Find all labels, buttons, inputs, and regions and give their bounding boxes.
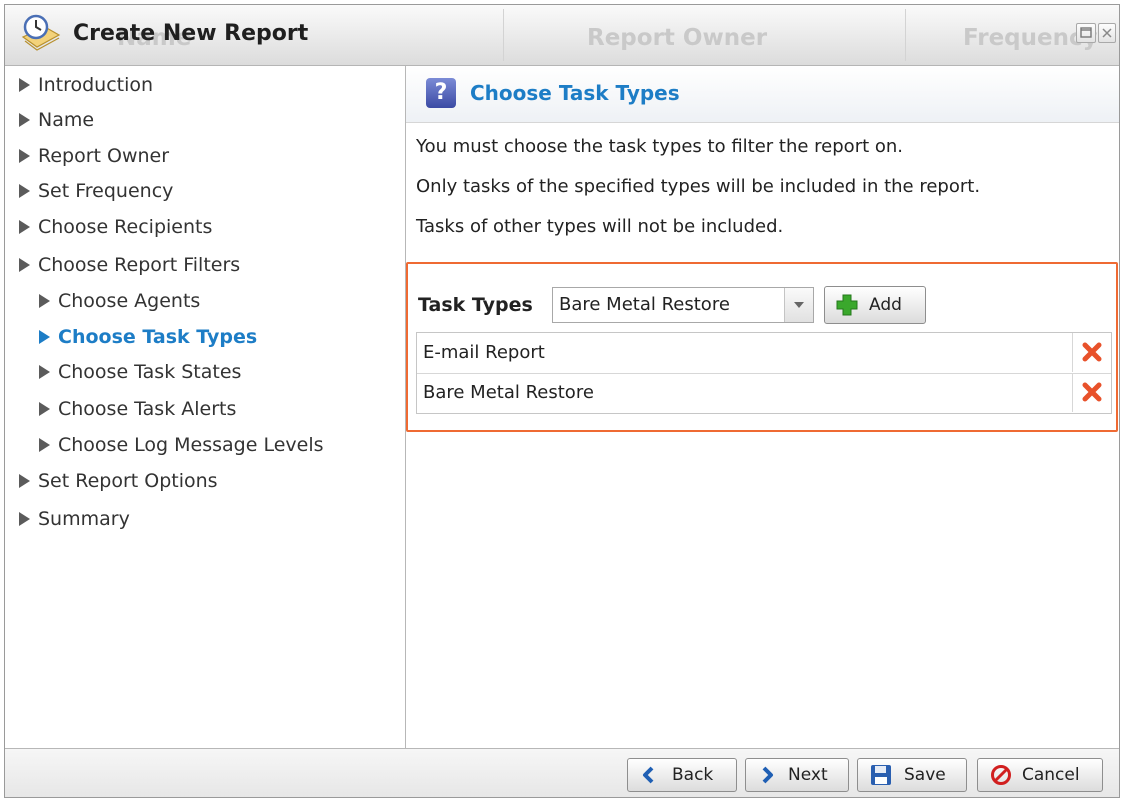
sidebar-item-label: Choose Task Alerts — [58, 398, 237, 420]
dropdown-arrow-icon[interactable] — [784, 288, 813, 322]
table-row: E-mail Report — [417, 333, 1111, 374]
task-type-name: Bare Metal Restore — [423, 382, 594, 403]
sidebar-item-name[interactable]: Name — [19, 105, 94, 135]
close-window-button[interactable] — [1098, 23, 1116, 43]
chevron-right-icon — [39, 330, 50, 344]
save-button[interactable]: Save — [857, 758, 967, 792]
cancel-button-label: Cancel — [1022, 765, 1080, 785]
close-icon — [1102, 28, 1112, 38]
sidebar-item-label: Choose Log Message Levels — [58, 434, 324, 456]
instruction-text: You must choose the task types to filter… — [416, 136, 904, 157]
task-types-label: Task Types — [418, 294, 533, 316]
sidebar-item-choose-recipients[interactable]: Choose Recipients — [19, 212, 212, 242]
task-type-select[interactable]: Bare Metal Restore — [552, 287, 814, 323]
page-title: Choose Task Types — [470, 81, 680, 105]
sidebar-item-label: Choose Recipients — [38, 216, 213, 238]
back-arrow-icon — [643, 766, 654, 784]
table-row: Bare Metal Restore — [417, 373, 1111, 413]
wizard-footer: Back Next Save Cancel — [5, 748, 1119, 797]
chevron-right-icon — [19, 184, 30, 198]
task-type-select-value: Bare Metal Restore — [559, 294, 730, 315]
help-icon: ? — [426, 78, 456, 108]
chevron-right-icon — [39, 294, 50, 308]
sidebar-item-label: Report Owner — [38, 145, 170, 167]
maximize-button[interactable] — [1076, 23, 1096, 43]
next-button[interactable]: Next — [745, 758, 849, 792]
cancel-button[interactable]: Cancel — [977, 758, 1103, 792]
sidebar-item-report-owner[interactable]: Report Owner — [19, 141, 169, 171]
chevron-right-icon — [19, 113, 30, 127]
task-type-name: E-mail Report — [423, 342, 545, 363]
sidebar-item-choose-log-message-levels[interactable]: Choose Log Message Levels — [39, 430, 324, 460]
report-clock-icon — [21, 14, 61, 51]
back-button-label: Back — [672, 765, 714, 785]
title-bar[interactable]: Name Report Owner Frequency Create New R… — [5, 5, 1119, 66]
sidebar-item-label: Set Report Options — [38, 470, 218, 492]
sidebar-item-set-report-options[interactable]: Set Report Options — [19, 466, 218, 496]
sidebar-item-label: Choose Task States — [58, 361, 242, 383]
instruction-text: Tasks of other types will not be include… — [416, 216, 784, 237]
sidebar-item-label: Introduction — [38, 74, 154, 96]
task-types-list: E-mail Report Bare Metal Restore — [416, 332, 1112, 414]
chevron-right-icon — [39, 402, 50, 416]
sidebar-item-choose-report-filters[interactable]: Choose Report Filters — [19, 250, 240, 280]
chevron-right-icon — [19, 512, 30, 526]
chevron-right-icon — [39, 365, 50, 379]
sidebar-item-label: Choose Task Types — [58, 326, 258, 348]
sidebar-item-choose-task-types[interactable]: Choose Task Types — [39, 322, 257, 352]
background-tab-report-owner: Report Owner — [587, 25, 768, 51]
sidebar-item-label: Set Frequency — [38, 180, 174, 202]
sidebar-item-summary[interactable]: Summary — [19, 504, 130, 534]
next-button-label: Next — [788, 765, 828, 785]
main-panel: ? Choose Task Types You must choose the … — [406, 66, 1119, 748]
chevron-right-icon — [19, 474, 30, 488]
plus-icon — [836, 294, 858, 316]
chevron-right-icon — [19, 78, 30, 92]
section-header: ? Choose Task Types — [406, 66, 1119, 123]
cancel-icon — [991, 765, 1011, 785]
wizard-steps-sidebar: Introduction Name Report Owner Set Frequ… — [5, 66, 406, 748]
chevron-right-icon — [19, 220, 30, 234]
sidebar-item-choose-agents[interactable]: Choose Agents — [39, 286, 200, 316]
back-button[interactable]: Back — [627, 758, 737, 792]
create-report-window: Name Report Owner Frequency Create New R… — [4, 4, 1120, 798]
chevron-right-icon — [19, 258, 30, 272]
sidebar-item-label: Summary — [38, 508, 130, 530]
sidebar-item-label: Name — [38, 109, 95, 131]
remove-task-type-button[interactable] — [1072, 373, 1111, 412]
chevron-right-icon — [19, 149, 30, 163]
sidebar-item-set-frequency[interactable]: Set Frequency — [19, 176, 173, 206]
add-task-type-button[interactable]: Add — [824, 286, 926, 324]
floppy-disk-icon — [871, 765, 891, 785]
sidebar-item-introduction[interactable]: Introduction — [19, 70, 153, 100]
next-arrow-icon — [762, 766, 773, 784]
window-title: Create New Report — [73, 21, 309, 46]
delete-x-icon — [1082, 382, 1102, 402]
window-restore-icon — [1080, 27, 1092, 38]
sidebar-item-label: Choose Agents — [58, 290, 201, 312]
instruction-text: Only tasks of the specified types will b… — [416, 176, 981, 197]
sidebar-item-choose-task-states[interactable]: Choose Task States — [39, 357, 241, 387]
save-button-label: Save — [904, 765, 946, 785]
sidebar-item-label: Choose Report Filters — [38, 254, 241, 276]
delete-x-icon — [1082, 342, 1102, 362]
sidebar-item-choose-task-alerts[interactable]: Choose Task Alerts — [39, 394, 236, 424]
add-button-label: Add — [869, 295, 902, 315]
remove-task-type-button[interactable] — [1072, 333, 1111, 372]
chevron-right-icon — [39, 438, 50, 452]
